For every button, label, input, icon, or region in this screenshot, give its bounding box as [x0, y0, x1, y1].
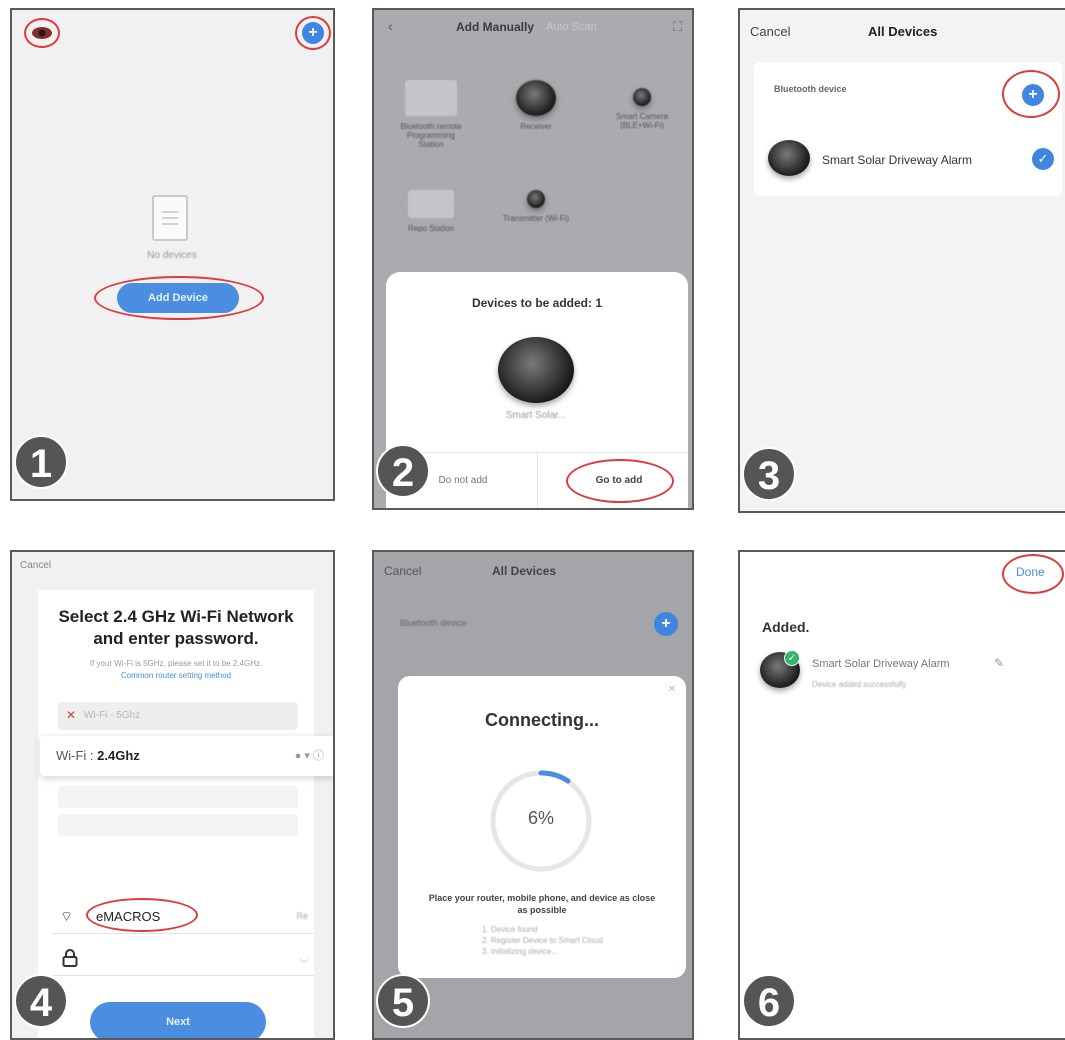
station-icon [408, 190, 454, 218]
panel-step-4: Cancel Select 2.4 GHz Wi-Fi Network and … [10, 550, 335, 1040]
heading: Select 2.4 GHz Wi-Fi Network and enter p… [58, 607, 294, 648]
device-name: Smart Solar Driveway Alarm [822, 153, 973, 167]
cancel-button[interactable]: Cancel [750, 24, 790, 39]
highlight-add-device [94, 276, 264, 320]
header: ‹ Add Manually Auto Scan ⛶ [374, 10, 692, 46]
close-icon[interactable]: ✕ [668, 684, 676, 695]
grid-item-remote[interactable]: Bluetooth remote Programming Station [396, 80, 466, 149]
step-number: 1 [14, 435, 68, 489]
hint-text: If your Wi-Fi is 5GHz, please set it to … [89, 659, 263, 680]
remote-icon [405, 80, 457, 116]
grid-item-camera[interactable]: Smart Camera (BLE+Wi-Fi) [606, 80, 678, 130]
wifi-label: Wi-Fi : 2.4Ghz [56, 748, 140, 763]
device-name: Smart Solar Driveway Alarm [812, 658, 950, 670]
step-number: 5 [376, 974, 430, 1028]
next-button[interactable]: Next [90, 1002, 266, 1038]
section-label: Bluetooth device [774, 84, 847, 94]
grid-item-transmitter[interactable]: Transmitter (Wi-Fi) [502, 190, 570, 223]
device-label: Smart Solar... [505, 410, 567, 421]
highlight-add-plus [1002, 70, 1060, 118]
ssid-field[interactable]: ⌔ eMACROS Re [52, 898, 314, 934]
highlight-ssid [86, 898, 198, 932]
grid-item-receiver[interactable]: Receiver [504, 80, 568, 131]
button-row: Do not add Go to add [386, 452, 688, 508]
tab-auto-scan[interactable]: Auto Scan [546, 21, 597, 33]
progress-steps: 1. Device found 2. Register Device to Sm… [482, 925, 603, 956]
router-setting-link[interactable]: Common router setting method [121, 671, 231, 680]
step-number: 4 [14, 974, 68, 1028]
wifi-signal-icon: ● ▾ ⓘ [294, 750, 324, 762]
show-password-icon[interactable]: ◡ [300, 953, 308, 964]
cancel-button[interactable]: Cancel [20, 560, 51, 571]
divider [537, 453, 538, 508]
device-status: Device added successfully [812, 680, 907, 689]
sheet-title: Devices to be added: 1 [471, 296, 603, 310]
password-field[interactable]: ◡ [52, 942, 314, 976]
panel-step-5: Cancel All Devices Bluetooth device + ✕ … [372, 550, 694, 1040]
step-number: 6 [742, 974, 796, 1028]
placeholder-row [58, 814, 298, 836]
checkmark-icon[interactable]: ✓ [1032, 148, 1054, 170]
highlight-add-plus [295, 16, 331, 50]
document-icon [152, 195, 188, 241]
highlight-eye [24, 18, 60, 48]
devices-to-add-sheet: Devices to be added: 1 Smart Solar... Do… [386, 272, 688, 508]
step-number: 2 [376, 444, 430, 498]
close-icon: ✕ [66, 708, 77, 722]
lock-icon [62, 949, 78, 967]
receiver-icon [516, 80, 556, 116]
device-card: Bluetooth device + Smart Solar Driveway … [754, 62, 1062, 196]
wifi-5g-row: ✕ Wi-Fi - 5Ghz [58, 702, 298, 730]
no-devices-text: No devices [147, 250, 197, 261]
wifi-icon: ⌔ [60, 908, 74, 924]
added-heading: Added. [762, 619, 810, 635]
placeholder-row [58, 786, 298, 808]
cancel-button[interactable]: Cancel [384, 564, 421, 578]
step-number: 3 [742, 447, 796, 501]
grid-item-station[interactable]: Repo Station [396, 190, 466, 233]
switch-network[interactable]: Re [296, 911, 308, 921]
panel-step-6: Done Added. ✓ Smart Solar Driveway Alarm… [738, 550, 1065, 1040]
page-title: All Devices [492, 564, 557, 578]
panel-step-3: Cancel All Devices Bluetooth device + Sm… [738, 8, 1065, 513]
scan-icon[interactable]: ⛶ [673, 19, 682, 35]
success-check-icon: ✓ [784, 650, 800, 666]
add-plus-icon[interactable]: + [654, 612, 678, 636]
connecting-dialog: ✕ Connecting... 6% Place your router, mo… [398, 676, 686, 978]
highlight-go-to-add [566, 459, 674, 503]
wifi-form: Select 2.4 GHz Wi-Fi Network and enter p… [38, 590, 333, 1038]
panel-step-2: ‹ Add Manually Auto Scan ⛶ Bluetooth rem… [372, 8, 694, 510]
device-image [498, 337, 574, 403]
panel-step-1: + No devices Add Device 1 [10, 8, 335, 501]
back-icon[interactable]: ‹ [388, 18, 393, 34]
camera-icon [633, 88, 651, 106]
page-title: All Devices [868, 24, 938, 39]
highlight-done [1002, 554, 1064, 594]
wifi-2g-row: Wi-Fi : 2.4Ghz ● ▾ ⓘ [40, 736, 333, 776]
dialog-message: Place your router, mobile phone, and dev… [428, 893, 656, 915]
section-label: Bluetooth device [400, 618, 467, 628]
progress-percent: 6% [527, 808, 554, 828]
tab-add-manually[interactable]: Add Manually [456, 20, 534, 34]
device-image [768, 140, 810, 176]
dialog-title: Connecting... [485, 710, 599, 730]
transmitter-icon [527, 190, 545, 208]
edit-icon[interactable]: ✎ [994, 656, 1004, 670]
wifi-5g-label: Wi-Fi - 5Ghz [84, 710, 141, 721]
